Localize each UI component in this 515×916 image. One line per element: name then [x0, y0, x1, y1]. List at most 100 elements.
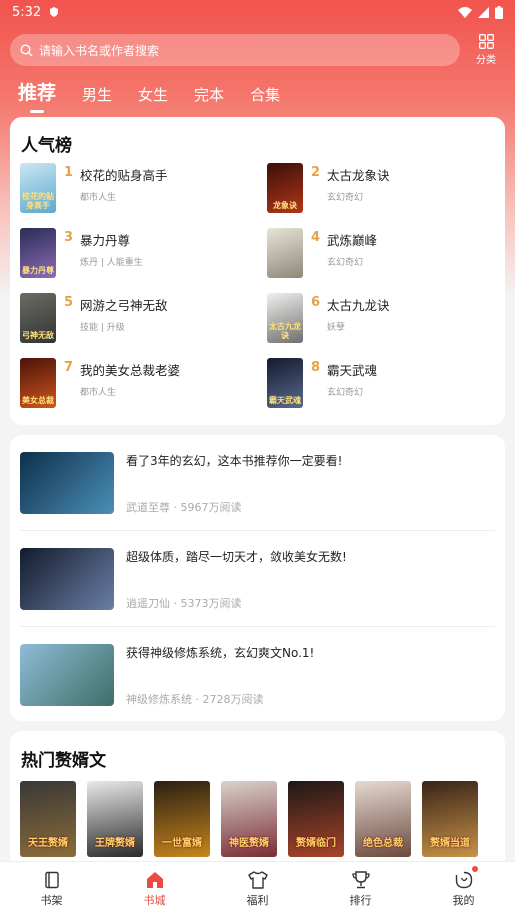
- book-title: 网游之弓神无敌: [80, 298, 168, 313]
- hot-book-cover[interactable]: 一世富婿: [154, 781, 210, 857]
- book-title: 武炼巅峰: [327, 233, 378, 248]
- tab-female[interactable]: 女生: [138, 84, 168, 113]
- book-cover: 霸天武魂: [267, 358, 303, 408]
- book-tag: 都市人生: [80, 193, 117, 203]
- cover-title: 霸天武魂: [269, 396, 301, 405]
- hot-book-cover[interactable]: 神医赘婿: [221, 781, 277, 857]
- tab-finished[interactable]: 完本: [194, 84, 224, 113]
- ranking-item[interactable]: 弓神无敌 5 网游之弓神无敌 技能 | 升级: [20, 293, 260, 345]
- rank-number: 5: [64, 295, 74, 310]
- nav-label: 排行: [349, 893, 372, 907]
- hot-book-cover[interactable]: 天王赘婿: [20, 781, 76, 857]
- category-label: 分类: [476, 55, 496, 66]
- hot-book-cover[interactable]: 绝色总裁: [355, 781, 411, 857]
- rank-number: 4: [311, 230, 321, 245]
- nav-bookshelf[interactable]: 书架: [0, 862, 103, 916]
- cover-title: 弓神无敌: [22, 331, 54, 340]
- trophy-icon: [351, 870, 370, 888]
- nav-label: 福利: [246, 893, 269, 907]
- rank-number: 1: [64, 165, 74, 180]
- book-cover: 暴力丹尊: [20, 228, 56, 278]
- feed-thumbnail: [20, 548, 114, 610]
- book-cover: 弓神无敌: [20, 293, 56, 343]
- nav-profile[interactable]: 我的: [412, 862, 515, 916]
- feed-meta: 武道至尊 · 5967万阅读: [126, 499, 242, 515]
- hot-book-cover[interactable]: 王牌赘婿: [87, 781, 143, 857]
- ranking-item[interactable]: 暴力丹尊 3 暴力丹尊 炼丹 | 人能重生: [20, 228, 260, 280]
- ranking-item[interactable]: 4 武炼巅峰 玄幻奇幻: [267, 228, 507, 280]
- shirt-icon: [247, 870, 268, 889]
- feed-separator: ·: [195, 693, 200, 706]
- rank-number: 7: [64, 360, 74, 375]
- book-tag: 都市人生: [80, 388, 117, 398]
- search-placeholder: 请输入书名或作者搜索: [39, 43, 160, 58]
- ranking-item[interactable]: 美女总裁 7 我的美女总裁老婆都市人生: [20, 358, 260, 410]
- book-tag: 妖孽: [327, 323, 346, 333]
- feed-book-name: 逍遥刀仙: [126, 597, 170, 610]
- book-title: 校花的贴身高手: [80, 168, 168, 183]
- cover-title: 美女总裁: [22, 396, 54, 405]
- bottom-navigation: 书架 书城 福利 排行 我的: [0, 861, 515, 916]
- rank-number: 2: [311, 165, 321, 180]
- feed-item[interactable]: 超级体质，踏尽一切天才，敛收美女无数! 逍遥刀仙 · 5373万阅读: [20, 548, 495, 628]
- cover-title: 赘婿临门: [296, 838, 336, 849]
- tab-recommend[interactable]: 推荐: [18, 78, 56, 113]
- book-cover: 校花的贴身高手: [20, 163, 56, 213]
- book-cover: [267, 228, 303, 278]
- cover-title: 神医赘婿: [229, 838, 269, 849]
- nav-label: 书城: [143, 893, 166, 907]
- book-title: 我的美女总裁老婆: [80, 363, 181, 378]
- cover-title: 天王赘婿: [28, 838, 68, 849]
- hot-book-row: 天王赘婿 王牌赘婿 一世富婿 神医赘婿 赘婿临门 绝色总裁 赘婿当道: [20, 781, 478, 857]
- category-button[interactable]: 分类: [470, 34, 502, 66]
- book-title: 霸天武魂: [327, 363, 378, 378]
- cover-title: 王牌赘婿: [95, 838, 135, 849]
- book-title: 太古龙象诀: [327, 168, 390, 183]
- feed-title: 超级体质，踏尽一切天才，敛收美女无数!: [126, 550, 347, 564]
- book-tag: 玄幻奇幻: [327, 388, 364, 398]
- rank-number: 3: [64, 230, 74, 245]
- feed-separator: ·: [173, 501, 178, 514]
- cover-title: 校花的贴身高手: [22, 192, 54, 210]
- feed-meta: 神级修炼系统 · 2728万阅读: [126, 691, 264, 707]
- ranking-item[interactable]: 太古九龙诀 6 太古九龙诀 妖孽: [267, 293, 507, 345]
- cover-title: 赘婿当道: [430, 838, 470, 849]
- grid-icon: [478, 34, 494, 49]
- feed-item[interactable]: 看了3年的玄幻，这本书推荐你一定要看! 武道至尊 · 5967万阅读: [20, 452, 495, 532]
- divider: [20, 626, 495, 627]
- nav-bookstore[interactable]: 书城: [103, 862, 206, 916]
- tab-collection[interactable]: 合集: [250, 84, 280, 113]
- hot-book-cover[interactable]: 赘婿临门: [288, 781, 344, 857]
- ranking-item[interactable]: 校花的贴身高手 1 校花的贴身高手 都市人生: [20, 163, 260, 215]
- book-title: 太古九龙诀: [327, 298, 390, 313]
- feed-book-name: 神级修炼系统: [126, 693, 192, 706]
- book-tag: 炼丹 | 人能重生: [80, 258, 143, 268]
- nav-welfare[interactable]: 福利: [206, 862, 309, 916]
- hot-book-cover[interactable]: 赘婿当道: [422, 781, 478, 857]
- book-tag: 玄幻奇幻: [327, 193, 364, 203]
- wifi-icon: [458, 6, 472, 18]
- signal-icon: [478, 6, 489, 18]
- feed-read-count: 5373万阅读: [180, 597, 242, 610]
- feed-item[interactable]: 获得神级修炼系统，玄幻爽文No.1! 神级修炼系统 · 2728万阅读: [20, 644, 495, 724]
- battery-icon: [495, 5, 503, 19]
- ranking-title: 人气榜: [21, 136, 72, 156]
- ranking-item[interactable]: 霸天武魂 8 霸天武魂 玄幻奇幻: [267, 358, 507, 410]
- ranking-item[interactable]: 龙象诀 2 太古龙象诀玄幻奇幻: [267, 163, 507, 215]
- cover-title: 绝色总裁: [363, 838, 403, 849]
- profile-icon: [455, 871, 472, 888]
- book-cover: 龙象诀: [267, 163, 303, 213]
- divider: [20, 530, 495, 531]
- book-cover: 美女总裁: [20, 358, 56, 408]
- feed-title: 获得神级修炼系统，玄幻爽文No.1!: [126, 646, 315, 660]
- feed-thumbnail: [20, 644, 114, 706]
- book-cover: 太古九龙诀: [267, 293, 303, 343]
- feed-separator: ·: [173, 597, 178, 610]
- nav-ranking[interactable]: 排行: [309, 862, 412, 916]
- tab-male[interactable]: 男生: [82, 84, 112, 113]
- bookshelf-icon: [44, 871, 59, 888]
- search-input[interactable]: 请输入书名或作者搜索: [10, 34, 460, 66]
- channel-tabs: 推荐 男生 女生 完本 合集: [18, 78, 280, 113]
- cover-title: 龙象诀: [273, 201, 297, 210]
- cover-title: 太古九龙诀: [269, 322, 301, 340]
